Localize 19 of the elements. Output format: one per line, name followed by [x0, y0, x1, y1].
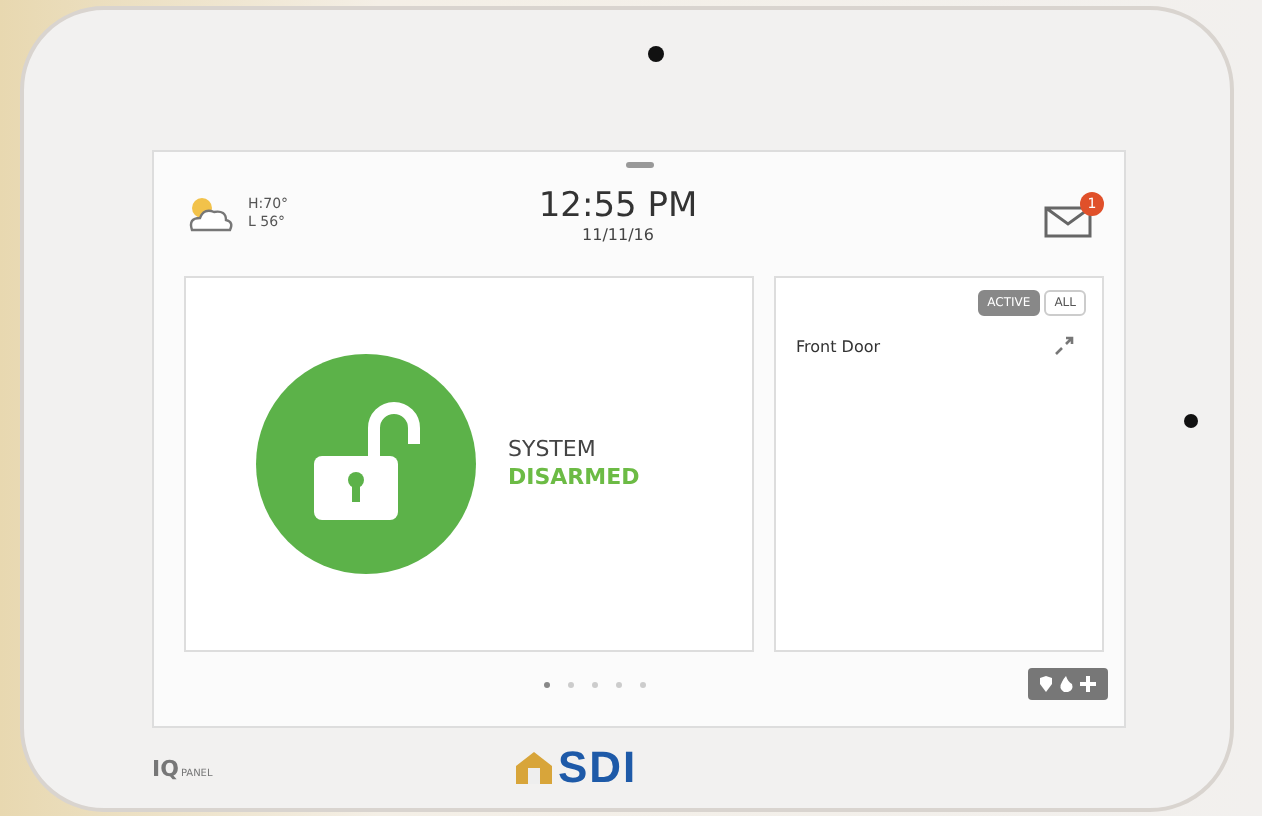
sensor-dot — [1184, 414, 1198, 428]
system-status: DISARMED — [508, 464, 640, 492]
partly-cloudy-icon — [184, 194, 236, 234]
system-label: SYSTEM — [508, 436, 598, 464]
dealer-logo: SDI — [558, 742, 638, 794]
pull-down-handle[interactable] — [626, 162, 654, 168]
page-indicator-dot[interactable] — [544, 681, 550, 687]
page-indicator-dot[interactable] — [616, 681, 622, 687]
emergency-icons — [1038, 674, 1098, 694]
clock-date: 11/11/16 — [582, 225, 654, 243]
house-logo-icon — [512, 748, 556, 788]
envelope-icon — [1043, 205, 1092, 237]
page-indicator-dot[interactable] — [640, 681, 646, 687]
emergency-button[interactable] — [1028, 668, 1108, 700]
clock-time: 12:55 PM — [538, 185, 698, 225]
page-indicator-dot[interactable] — [592, 681, 598, 687]
camera-dot — [648, 46, 664, 62]
page-indicator-dot[interactable] — [568, 681, 574, 687]
sensor-name: Front Door — [796, 337, 881, 355]
